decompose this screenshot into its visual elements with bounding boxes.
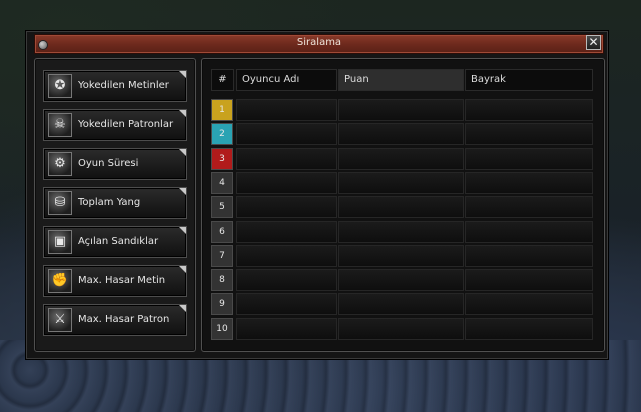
header-score: Puan [338, 69, 464, 91]
name-cell [236, 196, 337, 219]
name-cell [236, 220, 337, 243]
flag-cell [465, 244, 593, 267]
rank-number: 8 [211, 269, 233, 292]
header-flag: Bayrak [465, 69, 593, 91]
flag-cell [465, 317, 593, 340]
name-cell [236, 244, 337, 267]
rank-number: 9 [211, 293, 233, 316]
score-cell [338, 317, 464, 340]
score-cell [338, 123, 464, 146]
table-row[interactable]: 7 [211, 244, 593, 267]
rank-number: 6 [211, 220, 233, 243]
category-button-1[interactable]: ✪ Yokedilen Metinler [43, 70, 187, 102]
category-button-6[interactable]: ✊ Max. Hasar Metin [43, 265, 187, 297]
rank-number: 2 [211, 123, 233, 146]
table-row[interactable]: 3 [211, 147, 593, 170]
score-cell [338, 147, 464, 170]
button-corner-decoration [179, 305, 186, 312]
window-title: Siralama [296, 37, 342, 48]
table-row[interactable]: 10 [211, 317, 593, 340]
name-cell [236, 293, 337, 316]
fist-icon: ✊ [48, 269, 72, 293]
table-row[interactable]: 1 [211, 99, 593, 121]
skull-icon: ☠ [48, 113, 72, 137]
button-corner-decoration [179, 266, 186, 273]
ranking-table: # Oyuncu Adı Puan Bayrak 1 2 3 4 5 6 7 8 9 10 [201, 58, 605, 352]
gear-clock-icon: ⚙ [48, 152, 72, 176]
rank-number: 7 [211, 244, 233, 267]
table-row[interactable]: 6 [211, 220, 593, 243]
table-row[interactable]: 8 [211, 269, 593, 292]
name-cell [236, 123, 337, 146]
ranking-window: Siralama ✕ ✪ Yokedilen Metinler ☠ Yokedilen… [25, 30, 609, 360]
category-button-7[interactable]: ⚔ Max. Hasar Patron [43, 304, 187, 336]
pentagram-icon: ✪ [48, 74, 72, 98]
category-label: Max. Hasar Metin [78, 275, 166, 286]
category-label: Max. Hasar Patron [78, 314, 170, 325]
button-corner-decoration [179, 71, 186, 78]
button-corner-decoration [179, 149, 186, 156]
flag-cell [465, 220, 593, 243]
score-cell [338, 171, 464, 194]
category-button-2[interactable]: ☠ Yokedilen Patronlar [43, 109, 187, 141]
score-cell [338, 244, 464, 267]
rank-number: 10 [211, 317, 233, 340]
flag-cell [465, 269, 593, 292]
table-row[interactable]: 4 [211, 171, 593, 194]
header-player-name: Oyuncu Adı [236, 69, 337, 91]
button-corner-decoration [179, 110, 186, 117]
header-rank: # [211, 69, 234, 91]
table-row[interactable]: 5 [211, 196, 593, 219]
score-cell [338, 293, 464, 316]
score-cell [338, 269, 464, 292]
category-button-5[interactable]: ▣ Açılan Sandıklar [43, 226, 187, 258]
category-button-3[interactable]: ⚙ Oyun Süresi [43, 148, 187, 180]
category-button-4[interactable]: ⛁ Toplam Yang [43, 187, 187, 219]
category-label: Yokedilen Metinler [78, 80, 169, 91]
category-label: Yokedilen Patronlar [78, 119, 174, 130]
close-button[interactable]: ✕ [586, 35, 601, 50]
coins-icon: ⛁ [48, 191, 72, 215]
flag-cell [465, 171, 593, 194]
table-row[interactable]: 9 [211, 293, 593, 316]
category-label: Toplam Yang [78, 197, 141, 208]
name-cell [236, 269, 337, 292]
flag-cell [465, 196, 593, 219]
score-cell [338, 220, 464, 243]
score-cell [338, 99, 464, 121]
flag-cell [465, 147, 593, 170]
name-cell [236, 99, 337, 121]
score-cell [338, 196, 464, 219]
category-label: Açılan Sandıklar [78, 236, 159, 247]
button-corner-decoration [179, 227, 186, 234]
name-cell [236, 317, 337, 340]
category-panel: ✪ Yokedilen Metinler ☠ Yokedilen Patronlar ⚙… [34, 58, 196, 352]
rank-number: 5 [211, 196, 233, 219]
button-corner-decoration [179, 188, 186, 195]
rank-number: 3 [211, 147, 233, 170]
sword-icon: ⚔ [48, 308, 72, 332]
flag-cell [465, 123, 593, 146]
table-row[interactable]: 2 [211, 123, 593, 146]
category-label: Oyun Süresi [78, 158, 139, 169]
flag-cell [465, 293, 593, 316]
title-bar[interactable]: Siralama [34, 34, 604, 54]
rank-number: 1 [211, 99, 233, 121]
chest-icon: ▣ [48, 230, 72, 254]
name-cell [236, 147, 337, 170]
name-cell [236, 171, 337, 194]
rank-number: 4 [211, 171, 233, 194]
flag-cell [465, 99, 593, 121]
